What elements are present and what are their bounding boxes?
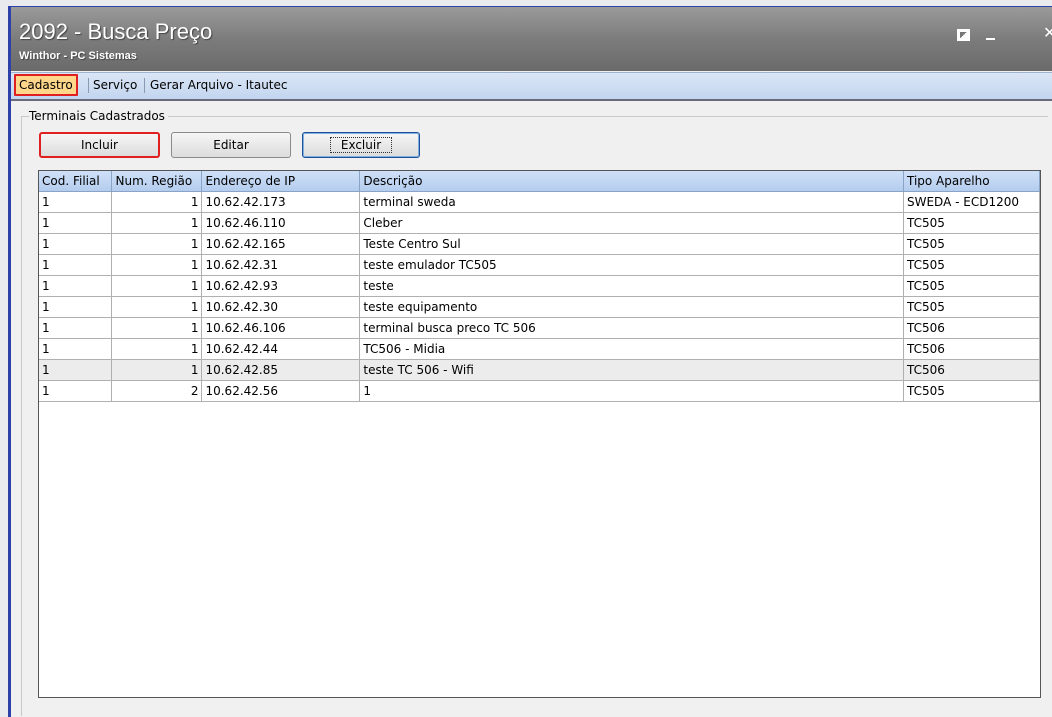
- cell-tipo-aparelho: TC505: [903, 380, 1040, 402]
- cell-endereco-ip: 10.62.42.56: [201, 380, 361, 402]
- table-row[interactable]: 1 1 10.62.42.31 teste emulador TC505 TC5…: [39, 254, 1040, 276]
- excluir-button[interactable]: Excluir: [302, 132, 420, 158]
- cell-descricao: teste TC 506 - Wifi: [359, 359, 904, 381]
- tab-separator: [144, 78, 145, 93]
- cell-cod-filial: 1: [39, 359, 113, 381]
- cell-tipo-aparelho: TC505: [903, 212, 1040, 234]
- cell-tipo-aparelho: TC505: [903, 275, 1040, 297]
- column-header-cod-filial[interactable]: Cod. Filial: [39, 171, 113, 192]
- tab-cadastro[interactable]: Cadastro: [14, 74, 78, 96]
- table-row[interactable]: 1 1 10.62.42.30 teste equipamento TC505: [39, 296, 1040, 318]
- column-header-tipo-aparelho[interactable]: Tipo Aparelho: [903, 171, 1040, 192]
- cell-descricao: Cleber: [359, 212, 904, 234]
- excluir-button-label: Excluir: [329, 137, 393, 153]
- table-row[interactable]: 1 1 10.62.42.93 teste TC505: [39, 275, 1040, 297]
- table-row[interactable]: 1 1 10.62.46.110 Cleber TC505: [39, 212, 1040, 234]
- table-header-row: Cod. Filial Num. Região Endereço de IP D…: [39, 171, 1040, 192]
- cell-endereco-ip: 10.62.42.30: [201, 296, 361, 318]
- cell-num-regiao: 1: [111, 296, 203, 318]
- cell-endereco-ip: 10.62.42.173: [201, 191, 361, 213]
- cell-cod-filial: 1: [39, 338, 113, 360]
- cell-descricao: teste: [359, 275, 904, 297]
- cell-endereco-ip: 10.62.42.93: [201, 275, 361, 297]
- cell-cod-filial: 1: [39, 317, 113, 339]
- cell-cod-filial: 1: [39, 254, 113, 276]
- table-row[interactable]: 1 1 10.62.42.165 Teste Centro Sul TC505: [39, 233, 1040, 255]
- cell-cod-filial: 1: [39, 212, 113, 234]
- cell-endereco-ip: 10.62.42.31: [201, 254, 361, 276]
- cell-tipo-aparelho: TC506: [903, 317, 1040, 339]
- cell-endereco-ip: 10.62.46.110: [201, 212, 361, 234]
- cell-descricao: TC506 - Midia: [359, 338, 904, 360]
- group-title: Terminais Cadastrados: [29, 109, 168, 123]
- cell-endereco-ip: 10.62.42.44: [201, 338, 361, 360]
- cell-descricao: Teste Centro Sul: [359, 233, 904, 255]
- group-border-left: [21, 116, 22, 716]
- tab-separator: [88, 78, 89, 93]
- table-row[interactable]: 1 1 10.62.42.173 terminal sweda SWEDA - …: [39, 191, 1040, 213]
- table-row[interactable]: 1 1 10.62.42.85 teste TC 506 - Wifi TC50…: [39, 359, 1040, 381]
- window-subtitle: Winthor - PC Sistemas: [19, 50, 137, 62]
- minimize-icon[interactable]: [986, 38, 995, 40]
- table-row[interactable]: 1 1 10.62.46.106 terminal busca preco TC…: [39, 317, 1040, 339]
- window-title: 2092 - Busca Preço: [19, 19, 213, 44]
- cell-descricao: terminal busca preco TC 506: [359, 317, 904, 339]
- cell-endereco-ip: 10.62.42.85: [201, 359, 361, 381]
- cell-num-regiao: 1: [111, 317, 203, 339]
- title-bar[interactable]: 2092 - Busca Preço Winthor - PC Sistemas…: [11, 6, 1052, 71]
- incluir-button[interactable]: Incluir: [39, 132, 160, 158]
- cell-cod-filial: 1: [39, 191, 113, 213]
- cell-num-regiao: 1: [111, 212, 203, 234]
- cell-tipo-aparelho: TC506: [903, 338, 1040, 360]
- column-header-endereco-ip[interactable]: Endereço de IP: [201, 171, 361, 192]
- group-border: [21, 116, 1048, 117]
- terminals-table: Cod. Filial Num. Região Endereço de IP D…: [39, 171, 1040, 402]
- cell-tipo-aparelho: TC505: [903, 233, 1040, 255]
- table-row[interactable]: 1 1 10.62.42.44 TC506 - Midia TC506: [39, 338, 1040, 360]
- close-icon[interactable]: ✕: [1043, 23, 1052, 42]
- cell-num-regiao: 1: [111, 275, 203, 297]
- cell-descricao: 1: [359, 380, 904, 402]
- cell-descricao: teste equipamento: [359, 296, 904, 318]
- cell-num-regiao: 1: [111, 254, 203, 276]
- menu-bar: Cadastro Serviço Gerar Arquivo - Itautec: [11, 72, 1052, 101]
- cell-endereco-ip: 10.62.42.165: [201, 233, 361, 255]
- cell-num-regiao: 2: [111, 380, 203, 402]
- main-window: 2092 - Busca Preço Winthor - PC Sistemas…: [11, 6, 1052, 717]
- editar-button[interactable]: Editar: [171, 132, 291, 158]
- table-row[interactable]: 1 2 10.62.42.56 1 TC505: [39, 380, 1040, 402]
- cell-num-regiao: 1: [111, 338, 203, 360]
- cell-num-regiao: 1: [111, 359, 203, 381]
- cell-cod-filial: 1: [39, 233, 113, 255]
- cell-num-regiao: 1: [111, 191, 203, 213]
- cell-descricao: teste emulador TC505: [359, 254, 904, 276]
- cell-tipo-aparelho: TC505: [903, 254, 1040, 276]
- cell-cod-filial: 1: [39, 296, 113, 318]
- cell-tipo-aparelho: TC505: [903, 296, 1040, 318]
- restore-icon[interactable]: [957, 29, 970, 41]
- cell-descricao: terminal sweda: [359, 191, 904, 213]
- cell-cod-filial: 1: [39, 275, 113, 297]
- tab-servico[interactable]: Serviço: [90, 76, 140, 94]
- cell-cod-filial: 1: [39, 380, 113, 402]
- column-header-num-regiao[interactable]: Num. Região: [111, 171, 203, 192]
- cell-tipo-aparelho: TC506: [903, 359, 1040, 381]
- column-header-descricao[interactable]: Descrição: [359, 171, 904, 192]
- cell-tipo-aparelho: SWEDA - ECD1200: [903, 191, 1040, 213]
- tab-gerar-arquivo-itautec[interactable]: Gerar Arquivo - Itautec: [147, 76, 291, 94]
- cell-endereco-ip: 10.62.46.106: [201, 317, 361, 339]
- terminals-grid[interactable]: Cod. Filial Num. Região Endereço de IP D…: [38, 170, 1041, 698]
- cell-num-regiao: 1: [111, 233, 203, 255]
